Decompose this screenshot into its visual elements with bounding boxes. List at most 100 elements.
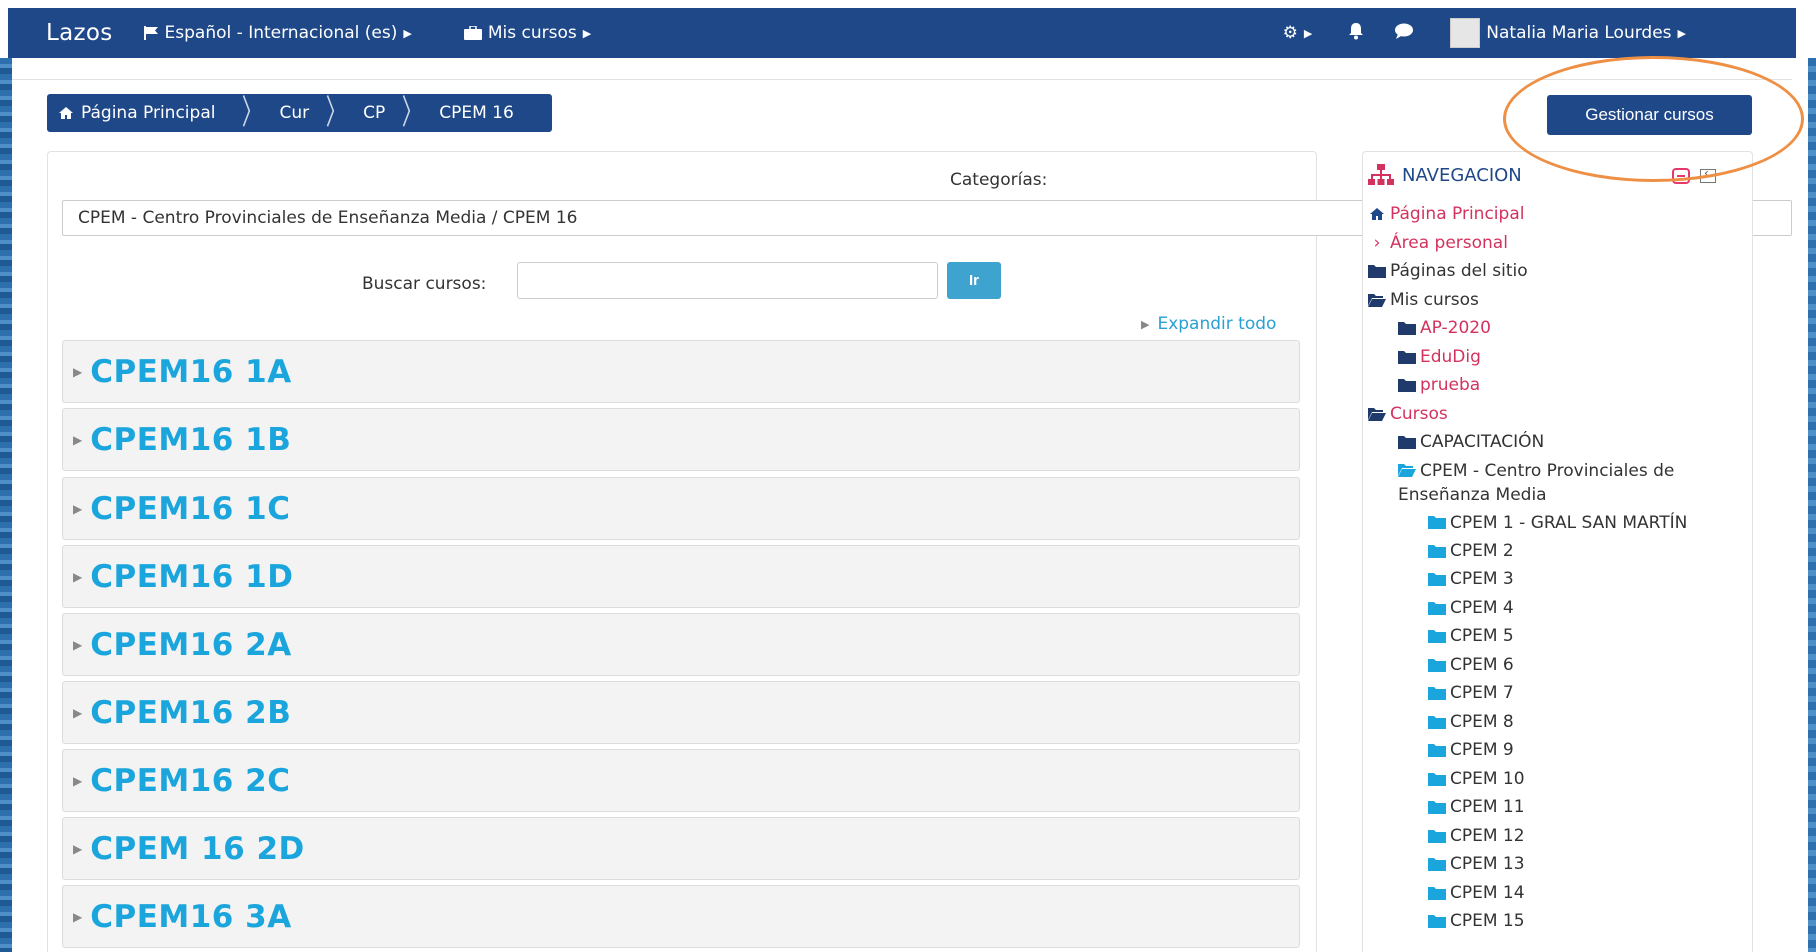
nav-category-cpem-item[interactable]: CPEM 10 [1368, 765, 1753, 794]
expand-all-link[interactable]: ▶ Expandir todo [1141, 314, 1276, 334]
folder-icon [1398, 350, 1416, 364]
divider [12, 79, 1792, 80]
search-courses-input[interactable] [517, 262, 938, 299]
chat-icon[interactable] [1394, 23, 1414, 44]
nav-category-cpem-item[interactable]: CPEM 1 - GRAL SAN MARTÍN [1368, 509, 1753, 537]
chevron-right-icon: 〉 [242, 93, 263, 133]
category-row[interactable]: ▶ CPEM16 2C [62, 749, 1300, 812]
nav-category-cpem-item[interactable]: CPEM 15 [1368, 907, 1753, 936]
nav-category-cpem-item[interactable]: CPEM 12 [1368, 822, 1753, 851]
top-navbar: Lazos Español - Internacional (es) ▶ Mis… [8, 8, 1796, 58]
nav-item-text: CPEM 1 - GRAL SAN MARTÍN [1450, 512, 1688, 533]
folder-icon [1398, 379, 1416, 392]
nav-item-label: Mis cursos [1390, 289, 1479, 310]
breadcrumb-item[interactable]: CP [355, 94, 393, 132]
nav-item-label: CAPACITACIÓN [1420, 432, 1545, 452]
caret-right-icon: ▶ [73, 705, 83, 720]
nav-category-cpem-item[interactable]: CPEM 11 [1368, 793, 1753, 822]
category-row[interactable]: ▶ CPEM16 3A [62, 885, 1300, 948]
sitemap-icon [1368, 164, 1394, 185]
category-row[interactable]: ▶ CPEM16 1C [62, 477, 1300, 540]
category-name[interactable]: CPEM16 1A [90, 354, 292, 390]
nav-item-label: CPEM 5 [1450, 626, 1514, 646]
caret-right-icon: ▶ [73, 364, 83, 379]
category-name[interactable]: CPEM16 1D [90, 559, 293, 595]
site-brand[interactable]: Lazos [46, 20, 113, 46]
nav-item-label: CPEM 14 [1450, 882, 1525, 903]
category-name[interactable]: CPEM16 3A [90, 899, 292, 935]
search-go-button[interactable]: Ir [947, 262, 1001, 299]
nav-item-home[interactable]: Página Principal [1368, 200, 1753, 229]
nav-course-item[interactable]: EduDig [1368, 343, 1753, 372]
nav-item-courses[interactable]: Cursos [1368, 400, 1753, 429]
category-row[interactable]: ▶ CPEM 16 2D [62, 817, 1300, 880]
home-icon [1370, 208, 1384, 220]
nav-item-site-pages[interactable]: Páginas del sitio [1368, 257, 1753, 286]
language-label: Español - Internacional (es) [164, 23, 398, 43]
nav-category-cpem-item[interactable]: CPEM 6 [1368, 651, 1753, 680]
chevron-right-icon: 〉 [325, 93, 347, 133]
nav-item-label: CPEM 1 - GRAL SAN MARTÍN [1428, 511, 1687, 535]
category-row[interactable]: ▶ CPEM16 2A [62, 613, 1300, 676]
nav-category-cpem[interactable]: CPEM - Centro Provinciales de Enseñanza … [1368, 457, 1753, 509]
bell-icon[interactable] [1348, 22, 1364, 45]
category-name[interactable]: CPEM 16 2D [90, 831, 305, 867]
category-name[interactable]: CPEM16 1B [90, 422, 291, 458]
nav-category-cpem-item[interactable]: CPEM 13 [1368, 850, 1753, 879]
category-row[interactable]: ▶ CPEM16 1D [62, 545, 1300, 608]
category-name[interactable]: CPEM16 2B [90, 695, 291, 731]
collapse-icon[interactable] [1672, 168, 1690, 184]
breadcrumb-item[interactable]: CPEM 16 [431, 94, 522, 132]
folder-icon [1428, 829, 1446, 843]
caret-right-icon: ▶ [1677, 26, 1686, 40]
category-name[interactable]: CPEM16 2C [90, 763, 290, 799]
avatar[interactable] [1450, 18, 1481, 48]
nav-category-cpem-item[interactable]: CPEM 14 [1368, 879, 1753, 908]
nav-item-text: CPEM - Centro Provinciales de Enseñanza … [1398, 460, 1675, 505]
nav-category-cpem-item[interactable]: CPEM 2 [1368, 537, 1753, 566]
caret-right-icon: ▶ [73, 841, 83, 856]
caret-right-icon: ▶ [73, 569, 83, 584]
nav-item-label: AP-2020 [1420, 318, 1491, 338]
breadcrumb-item[interactable]: Cur [271, 94, 317, 132]
settings-menu[interactable]: ⚙ ▶ [1283, 23, 1313, 43]
category-row[interactable]: ▶ CPEM16 1A [62, 340, 1300, 403]
nav-course-item[interactable]: prueba [1368, 371, 1753, 400]
user-menu[interactable]: Natalia Maria Lourdes ▶ [1486, 23, 1686, 43]
nav-item-label: CPEM 9 [1450, 740, 1514, 760]
nav-item-label: Cursos [1390, 403, 1448, 424]
flag-icon [143, 26, 158, 40]
nav-category-cpem-item[interactable]: CPEM 9 [1368, 736, 1753, 765]
nav-item-label: CPEM 4 [1450, 597, 1514, 618]
categories-label: Categorías: [950, 170, 1048, 190]
nav-item-label: Página Principal [1390, 204, 1525, 224]
nav-item-personal-area[interactable]: › Área personal [1368, 229, 1753, 258]
dock-icon[interactable] [1700, 166, 1716, 183]
breadcrumb-home[interactable]: Página Principal [47, 94, 233, 132]
category-name[interactable]: CPEM16 1C [90, 491, 290, 527]
folder-icon [1428, 658, 1446, 672]
nav-course-item[interactable]: AP-2020 [1368, 314, 1753, 343]
manage-courses-button[interactable]: Gestionar cursos [1547, 95, 1752, 135]
my-courses-menu[interactable]: Mis cursos ▶ [463, 23, 591, 43]
nav-item-label: CPEM 15 [1450, 911, 1525, 931]
nav-category-cpem-item[interactable]: CPEM 8 [1368, 708, 1753, 737]
nav-category-cpem-item[interactable]: CPEM 3 [1368, 565, 1753, 594]
category-list: ▶ CPEM16 1A ▶ CPEM16 1B ▶ CPEM16 1C ▶ CPEM16… [62, 340, 1300, 952]
folder-icon [1428, 630, 1446, 643]
folder-icon [1428, 573, 1446, 586]
nav-item-my-courses[interactable]: Mis cursos [1368, 286, 1753, 315]
nav-category-cpem-item[interactable]: CPEM 7 [1368, 679, 1753, 708]
folder-icon [1428, 744, 1446, 757]
nav-category-cpem-item[interactable]: CPEM 5 [1368, 622, 1753, 651]
nav-item-label: CPEM 13 [1450, 854, 1525, 874]
category-name[interactable]: CPEM16 2A [90, 627, 292, 663]
folder-open-icon [1368, 293, 1386, 307]
category-row[interactable]: ▶ CPEM16 1B [62, 408, 1300, 471]
nav-item-label: Páginas del sitio [1390, 261, 1528, 281]
nav-category-cpem-item[interactable]: CPEM 4 [1368, 594, 1753, 623]
category-row[interactable]: ▶ CPEM16 2B [62, 681, 1300, 744]
nav-category-capacitacion[interactable]: CAPACITACIÓN [1368, 428, 1753, 457]
language-menu[interactable]: Español - Internacional (es) ▶ [143, 23, 412, 43]
nav-item-label: CPEM - Centro Provinciales de Enseñanza … [1398, 459, 1753, 507]
